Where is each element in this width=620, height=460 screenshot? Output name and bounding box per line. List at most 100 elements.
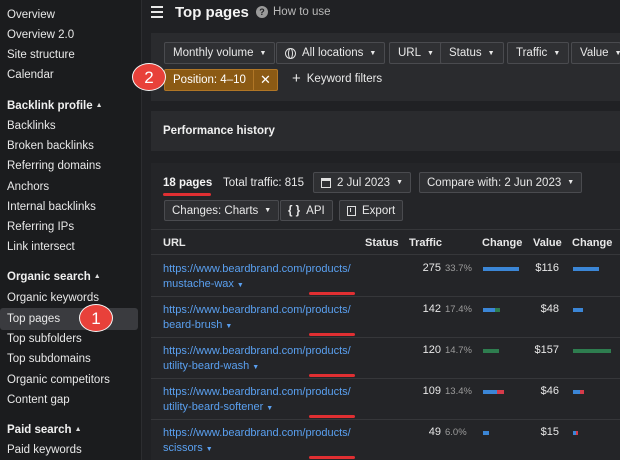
heading-label: Backlink profile <box>7 100 93 112</box>
row-url-link[interactable]: https://www.beardbrand.com/products/util… <box>163 385 351 416</box>
row-url-link[interactable]: https://www.beardbrand.com/products/scis… <box>163 426 351 457</box>
sidebar-item-overview-2[interactable]: Overview 2.0 <box>7 28 74 42</box>
heading-label: Organic search <box>7 271 91 283</box>
sidebar-item-organic-competitors[interactable]: Organic competitors <box>7 373 110 387</box>
filter-label: URL <box>398 47 422 59</box>
sidebar-item-referring-ips[interactable]: Referring IPs <box>7 220 74 234</box>
row-value: $157 <box>534 344 559 356</box>
row-traffic: 275 <box>422 262 441 274</box>
sidebar-item-top-pages[interactable]: Top pages <box>7 312 60 326</box>
sidebar-item-link-intersect[interactable]: Link intersect <box>7 240 75 254</box>
table-header: URL Status Traffic Change Value Change <box>151 229 620 255</box>
caret-up-icon: ▲ <box>95 102 103 109</box>
url-line-1: https://www.beardbrand.com/products/ <box>163 345 351 357</box>
position-filter-chip[interactable]: Position: 4–10 ✕ <box>164 69 278 91</box>
globe-icon <box>285 47 296 59</box>
url-line-2: mustache-wax <box>163 278 234 290</box>
traffic-change-bar <box>483 390 497 394</box>
caret-down-icon[interactable]: ▼ <box>225 323 232 330</box>
caret-down-icon[interactable]: ▼ <box>206 446 213 453</box>
filter-value[interactable]: Value ▼ <box>571 42 620 64</box>
row-url-link[interactable]: https://www.beardbrand.com/products/bear… <box>163 303 351 334</box>
table-row: https://www.beardbrand.com/products/util… <box>151 379 620 420</box>
annotation-underline <box>309 374 355 377</box>
sidebar-item-backlinks[interactable]: Backlinks <box>7 119 56 133</box>
top-pages-table-panel: 18 pages Total traffic: 815 2 Jul 2023 ▼ … <box>151 163 620 460</box>
sidebar-item-content-gap[interactable]: Content gap <box>7 393 70 407</box>
sidebar-item-broken-backlinks[interactable]: Broken backlinks <box>7 139 94 153</box>
sidebar-heading-organic-search[interactable]: Organic search ▲ <box>7 270 101 284</box>
sidebar-item-anchors[interactable]: Anchors <box>7 180 49 194</box>
sidebar-heading-backlink-profile[interactable]: Backlink profile ▲ <box>7 99 103 113</box>
caret-down-icon[interactable]: ▼ <box>266 405 273 412</box>
sidebar-item-top-subfolders[interactable]: Top subfolders <box>7 332 82 346</box>
caret-down-icon: ▼ <box>264 207 272 214</box>
filter-status[interactable]: Status ▼ <box>440 42 504 64</box>
url-line-2: scissors <box>163 442 203 454</box>
date-label: 2 Jul 2023 <box>337 176 391 189</box>
pages-count: 18 pages <box>163 177 213 189</box>
caret-down-icon[interactable]: ▼ <box>252 364 259 371</box>
row-value: $48 <box>540 303 559 315</box>
row-url-link[interactable]: https://www.beardbrand.com/products/util… <box>163 344 351 375</box>
traffic-change-bar <box>483 349 499 353</box>
column-value[interactable]: Value <box>533 237 562 249</box>
annotation-underline <box>309 415 355 418</box>
sidebar-item-internal-backlinks[interactable]: Internal backlinks <box>7 200 96 214</box>
row-traffic-share: 13.4% <box>445 386 472 397</box>
api-button[interactable]: { } API <box>280 200 333 221</box>
total-traffic: Total traffic: 815 <box>223 177 304 189</box>
export-button[interactable]: Export <box>339 200 404 221</box>
sidebar-item-organic-keywords[interactable]: Organic keywords <box>7 291 99 305</box>
caret-up-icon: ▲ <box>93 273 101 280</box>
url-line-2: utility-beard-wash <box>163 360 250 372</box>
annotation-underline <box>309 456 355 459</box>
annotation-underline <box>309 333 355 336</box>
sidebar-item-referring-domains[interactable]: Referring domains <box>7 159 101 173</box>
keyword-filters-label: Keyword filters <box>306 73 383 85</box>
column-status[interactable]: Status <box>365 237 399 249</box>
column-traffic-change[interactable]: Change <box>482 237 522 249</box>
how-to-use-link[interactable]: ? How to use <box>256 6 331 18</box>
menu-icon[interactable] <box>151 6 163 18</box>
column-url[interactable]: URL <box>163 237 186 249</box>
api-label: API <box>306 204 325 217</box>
sidebar-item-calendar[interactable]: Calendar <box>7 68 54 82</box>
filter-traffic[interactable]: Traffic ▼ <box>507 42 570 64</box>
changes-charts-button[interactable]: Changes: Charts ▼ <box>164 200 280 221</box>
row-url-link[interactable]: https://www.beardbrand.com/products/must… <box>163 262 351 293</box>
row-traffic: 120 <box>422 344 441 356</box>
row-traffic: 49 <box>428 426 441 438</box>
traffic-change-bar <box>483 308 495 312</box>
annotation-badge-1: 1 <box>79 304 113 332</box>
sidebar-item-site-structure[interactable]: Site structure <box>7 48 75 62</box>
filter-url[interactable]: URL ▼ <box>389 42 443 64</box>
plus-icon: + <box>292 70 301 87</box>
row-traffic: 109 <box>422 385 441 397</box>
url-line-1: https://www.beardbrand.com/products/ <box>163 386 351 398</box>
column-traffic[interactable]: Traffic <box>409 237 442 249</box>
performance-history-panel[interactable]: Performance history <box>151 111 620 151</box>
how-to-use-label: How to use <box>273 6 331 18</box>
sidebar-item-top-subdomains[interactable]: Top subdomains <box>7 352 91 366</box>
traffic-change-bar-gain <box>495 308 500 312</box>
sidebar-item-overview[interactable]: Overview <box>7 8 55 22</box>
sidebar-item-paid-keywords[interactable]: Paid keywords <box>7 443 82 457</box>
row-traffic-share: 33.7% <box>445 263 472 274</box>
url-line-1: https://www.beardbrand.com/products/ <box>163 263 351 275</box>
sidebar-heading-paid-search[interactable]: Paid search ▲ <box>7 423 82 437</box>
keyword-filters-button[interactable]: + Keyword filters <box>292 70 383 87</box>
filter-monthly-volume[interactable]: Monthly volume ▼ <box>164 42 276 64</box>
filter-all-locations[interactable]: All locations ▼ <box>276 42 386 64</box>
value-change-bar <box>573 390 580 394</box>
filter-label: Traffic <box>516 47 548 59</box>
date-picker-button[interactable]: 2 Jul 2023 ▼ <box>313 172 412 193</box>
row-traffic-share: 14.7% <box>445 345 472 356</box>
compare-with-button[interactable]: Compare with: 2 Jun 2023 ▼ <box>419 172 583 193</box>
caret-down-icon[interactable]: ▼ <box>237 282 244 289</box>
caret-down-icon: ▼ <box>396 179 404 186</box>
sidebar: Overview Overview 2.0 Site structure Cal… <box>0 0 142 460</box>
traffic-change-bar <box>483 267 519 271</box>
column-value-change[interactable]: Change <box>572 237 612 249</box>
close-icon[interactable]: ✕ <box>253 70 277 90</box>
